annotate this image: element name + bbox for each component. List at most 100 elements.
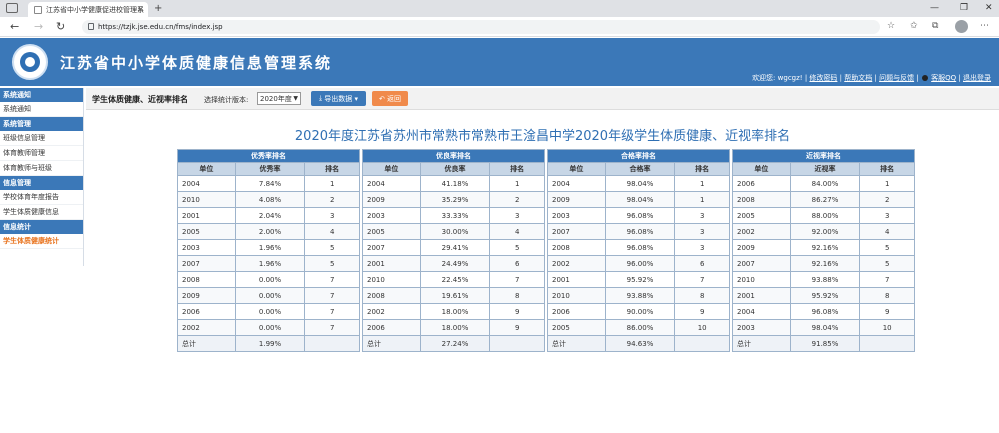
table-cell: 2009 [362, 191, 421, 208]
logout-link[interactable]: 退出登录 [963, 74, 991, 82]
table-cell: 5 [304, 239, 360, 256]
table-cell: 0.00% [234, 303, 306, 320]
chevron-down-icon: ▼ [293, 95, 298, 102]
table-cell: 41.18% [419, 175, 491, 192]
table-cell: 10 [674, 319, 730, 336]
sidebar-item-class-management[interactable]: 班级信息管理 [0, 131, 83, 146]
browser-tab[interactable]: 江苏省中小学健康促进校管理系 ✕ [28, 2, 148, 17]
table-cell: 2004 [547, 175, 606, 192]
export-button[interactable]: ⤓ 导出数据 ▾ [311, 91, 366, 106]
tab-close-icon[interactable]: ✕ [137, 5, 144, 14]
favorite-star-icon[interactable]: ☆ [887, 21, 895, 31]
minimize-icon[interactable]: — [930, 3, 939, 13]
table-cell: 4 [489, 223, 545, 240]
table-cell: 2.04% [234, 207, 306, 224]
table-cell: 3 [859, 207, 915, 224]
table-row: 2008 0.00% 7 [177, 271, 360, 288]
restore-icon[interactable]: ❐ [960, 3, 968, 13]
sidebar-item-notice[interactable]: 系统通知 [0, 102, 83, 117]
table-cell: 7 [859, 271, 915, 288]
table-cell: 8 [489, 287, 545, 304]
table-row: 2002 18.00% 9 [362, 303, 545, 320]
sidebar-item-teacher-management[interactable]: 体育教师管理 [0, 146, 83, 161]
table-cell: 2010 [177, 191, 236, 208]
sidebar-item-health-statistics[interactable]: 学生体质健康统计 [0, 234, 83, 249]
table-row: 2003 33.33% 3 [362, 207, 545, 224]
table-cell: 2003 [362, 207, 421, 224]
table-cell: 5 [489, 239, 545, 256]
table-cell: 8 [859, 287, 915, 304]
forward-arrow-icon[interactable]: → [34, 20, 43, 33]
table-cell: 86.27% [789, 191, 861, 208]
table-cell: 18.00% [419, 319, 491, 336]
table-row: 2006 90.00% 9 [547, 303, 730, 320]
table-cell: 2006 [547, 303, 606, 320]
table-row: 2010 4.08% 2 [177, 191, 360, 208]
table-cell: 30.00% [419, 223, 491, 240]
table-title: 合格率排名 [547, 149, 730, 163]
table-row: 2001 95.92% 7 [547, 271, 730, 288]
collections-icon[interactable]: ⧉ [932, 21, 938, 31]
sidebar-group-notice[interactable]: 系统通知 [0, 88, 83, 102]
table-cell: 2008 [547, 239, 606, 256]
sidebar-group-system[interactable]: 系统管理 [0, 117, 83, 131]
table-cell: 92.00% [789, 223, 861, 240]
table-cell: 86.00% [604, 319, 676, 336]
help-docs-link[interactable]: 帮助文档 [844, 74, 872, 82]
qq-service-link[interactable]: 客服QQ [931, 74, 956, 82]
table-cell: 7 [304, 319, 360, 336]
total-cell: 总计 [547, 335, 606, 352]
table-cell: 2003 [732, 319, 791, 336]
sidebar-group-statistics[interactable]: 信息统计 [0, 220, 83, 234]
table-cell: 95.92% [604, 271, 676, 288]
table-cell: 2002 [362, 303, 421, 320]
sidebar-group-info[interactable]: 信息管理 [0, 176, 83, 190]
table-cell: 3 [674, 207, 730, 224]
site-title: 江苏省中小学体质健康信息管理系统 [60, 54, 333, 72]
column-header: 单位 [732, 162, 791, 176]
pass-rate-table: 合格率排名 单位 合格率 排名 2004 98.04% 1 2009 98.04% 1 2003 96… [547, 149, 730, 352]
table-row: 2009 35.29% 2 [362, 191, 545, 208]
table-cell: 2005 [732, 207, 791, 224]
sidebar-item-annual-report[interactable]: 学校体育年度报告 [0, 190, 83, 205]
table-cell: 0.00% [234, 287, 306, 304]
profile-avatar[interactable] [955, 20, 968, 33]
table-row: 2009 98.04% 1 [547, 191, 730, 208]
myopia-rate-table: 近视率排名 单位 近视率 排名 2006 84.00% 1 2008 86.27% 2 2005 88… [732, 149, 915, 352]
table-cell: 1 [674, 191, 730, 208]
table-row: 2005 88.00% 3 [732, 207, 915, 224]
caret-down-icon: ▾ [352, 94, 359, 103]
table-row: 2002 0.00% 7 [177, 319, 360, 336]
welcome-text: 欢迎您: wgcgz! [752, 74, 803, 82]
table-row: 2003 98.04% 10 [732, 319, 915, 336]
url-input[interactable]: https://tzjk.jse.edu.cn/fms/index.jsp [82, 20, 880, 34]
table-cell: 2007 [362, 239, 421, 256]
column-header: 排名 [674, 162, 730, 176]
reload-icon[interactable]: ↻ [56, 20, 65, 33]
total-cell [489, 335, 545, 352]
total-row: 总计 1.99% [177, 335, 360, 352]
back-button[interactable]: ↶ 返回 [372, 91, 408, 106]
feedback-link[interactable]: 问题与反馈 [879, 74, 914, 82]
sidebar-item-teacher-class[interactable]: 体育教师与班级 [0, 161, 83, 176]
table-cell: 0.00% [234, 271, 306, 288]
new-tab-icon[interactable]: + [154, 3, 162, 14]
sidebar-item-student-health-info[interactable]: 学生体质健康信息 [0, 205, 83, 220]
favorites-icon[interactable]: ✩ [910, 21, 918, 31]
table-row: 2006 84.00% 1 [732, 175, 915, 192]
table-row: 2001 2.04% 3 [177, 207, 360, 224]
back-arrow-icon[interactable]: ← [10, 20, 19, 33]
table-cell: 33.33% [419, 207, 491, 224]
change-password-link[interactable]: 修改密码 [809, 74, 837, 82]
ranking-tables: 优秀率排名 单位 优秀率 排名 2004 7.84% 1 2010 4.08% 2 2001 2.04… [177, 149, 915, 359]
table-cell: 7.84% [234, 175, 306, 192]
more-menu-icon[interactable]: ⋯ [980, 21, 989, 31]
version-select[interactable]: 2020年度 ▼ [257, 92, 301, 105]
table-row: 2009 92.16% 5 [732, 239, 915, 256]
table-cell: 2010 [547, 287, 606, 304]
tab-actions-icon[interactable] [6, 3, 18, 13]
table-cell: 7 [489, 271, 545, 288]
column-header: 排名 [489, 162, 545, 176]
close-window-icon[interactable]: ✕ [985, 3, 993, 13]
table-cell: 98.04% [604, 191, 676, 208]
